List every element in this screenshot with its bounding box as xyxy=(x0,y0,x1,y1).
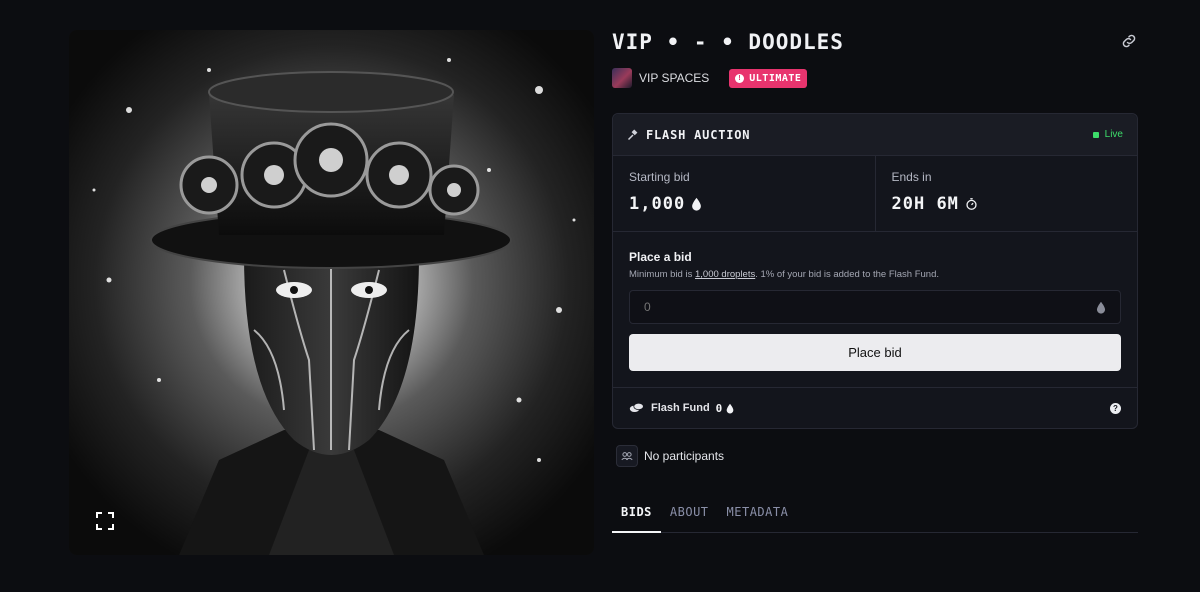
place-bid-section: Place a bid Minimum bid is 1,000 droplet… xyxy=(613,232,1137,388)
creator-name[interactable]: VIP SPACES xyxy=(639,71,709,85)
ends-in-stat: Ends in 20H 6M xyxy=(874,156,1138,231)
flash-fund-label: Flash Fund xyxy=(651,402,710,414)
bid-amount-field[interactable] xyxy=(629,290,1121,324)
starting-bid-value-row: 1,000 xyxy=(629,194,859,214)
bid-note-prefix: Minimum bid is xyxy=(629,269,695,280)
ends-in-label: Ends in xyxy=(891,170,932,184)
users-icon xyxy=(616,445,638,467)
hammer-icon xyxy=(627,128,638,140)
nft-artwork[interactable] xyxy=(69,30,594,555)
coins-icon xyxy=(629,402,644,412)
starting-bid-stat: Starting bid 1,000 xyxy=(613,156,875,231)
droplet-icon xyxy=(692,197,702,211)
bid-note: Minimum bid is 1,000 droplets. 1% of you… xyxy=(629,269,1121,280)
starting-bid-value: 1,000 xyxy=(629,194,686,214)
live-status-label: Live xyxy=(1104,129,1123,140)
min-bid-link[interactable]: 1,000 droplets xyxy=(695,269,755,280)
flash-fund-row: Flash Fund 0 ? xyxy=(613,388,1137,428)
tab-bids[interactable]: BIDS xyxy=(612,497,661,533)
auction-card: FLASH AUCTION Live Starting bid 1,000 En… xyxy=(612,113,1138,429)
live-dot-icon xyxy=(1092,131,1099,138)
timer-icon xyxy=(966,198,977,210)
tab-about[interactable]: ABOUT xyxy=(661,497,718,533)
alert-icon: ! xyxy=(735,73,745,83)
place-bid-button[interactable]: Place bid xyxy=(629,334,1121,371)
participants-row: No participants xyxy=(616,445,724,467)
creator-avatar[interactable] xyxy=(612,68,632,88)
bid-note-suffix: . 1% of your bid is added to the Flash F… xyxy=(755,269,939,280)
fullscreen-button[interactable] xyxy=(89,505,121,537)
participants-text: No participants xyxy=(644,449,725,463)
artwork-image xyxy=(69,30,594,555)
flash-fund-value-row: 0 xyxy=(716,402,735,415)
flash-fund-value: 0 xyxy=(715,401,723,415)
auction-header: FLASH AUCTION Live xyxy=(613,114,1137,156)
ends-in-value-row: 20H 6M xyxy=(892,194,1122,214)
tier-badge: ! ULTIMATE xyxy=(729,68,808,88)
droplet-icon xyxy=(726,403,734,413)
help-icon[interactable]: ? xyxy=(1110,402,1121,414)
ends-in-value: 20H 6M xyxy=(891,194,959,214)
live-status: Live xyxy=(1092,129,1123,140)
copy-link-button[interactable] xyxy=(1120,32,1140,52)
droplet-icon xyxy=(1096,301,1106,314)
tab-metadata[interactable]: METADATA xyxy=(718,497,798,533)
detail-tabs: BIDS ABOUT METADATA xyxy=(612,497,1138,533)
bid-amount-input[interactable] xyxy=(644,300,1096,314)
place-bid-title: Place a bid xyxy=(629,250,692,264)
link-icon xyxy=(1122,34,1136,48)
creator-row[interactable]: VIP SPACES ! ULTIMATE xyxy=(612,67,808,89)
auction-stats: Starting bid 1,000 Ends in 20H 6M xyxy=(613,156,1137,232)
nft-title: VIP • - • DOODLES xyxy=(612,30,844,54)
expand-icon xyxy=(96,512,114,530)
auction-label: FLASH AUCTION xyxy=(646,127,751,142)
starting-bid-label: Starting bid xyxy=(629,170,690,184)
tier-badge-label: ULTIMATE xyxy=(749,72,802,84)
